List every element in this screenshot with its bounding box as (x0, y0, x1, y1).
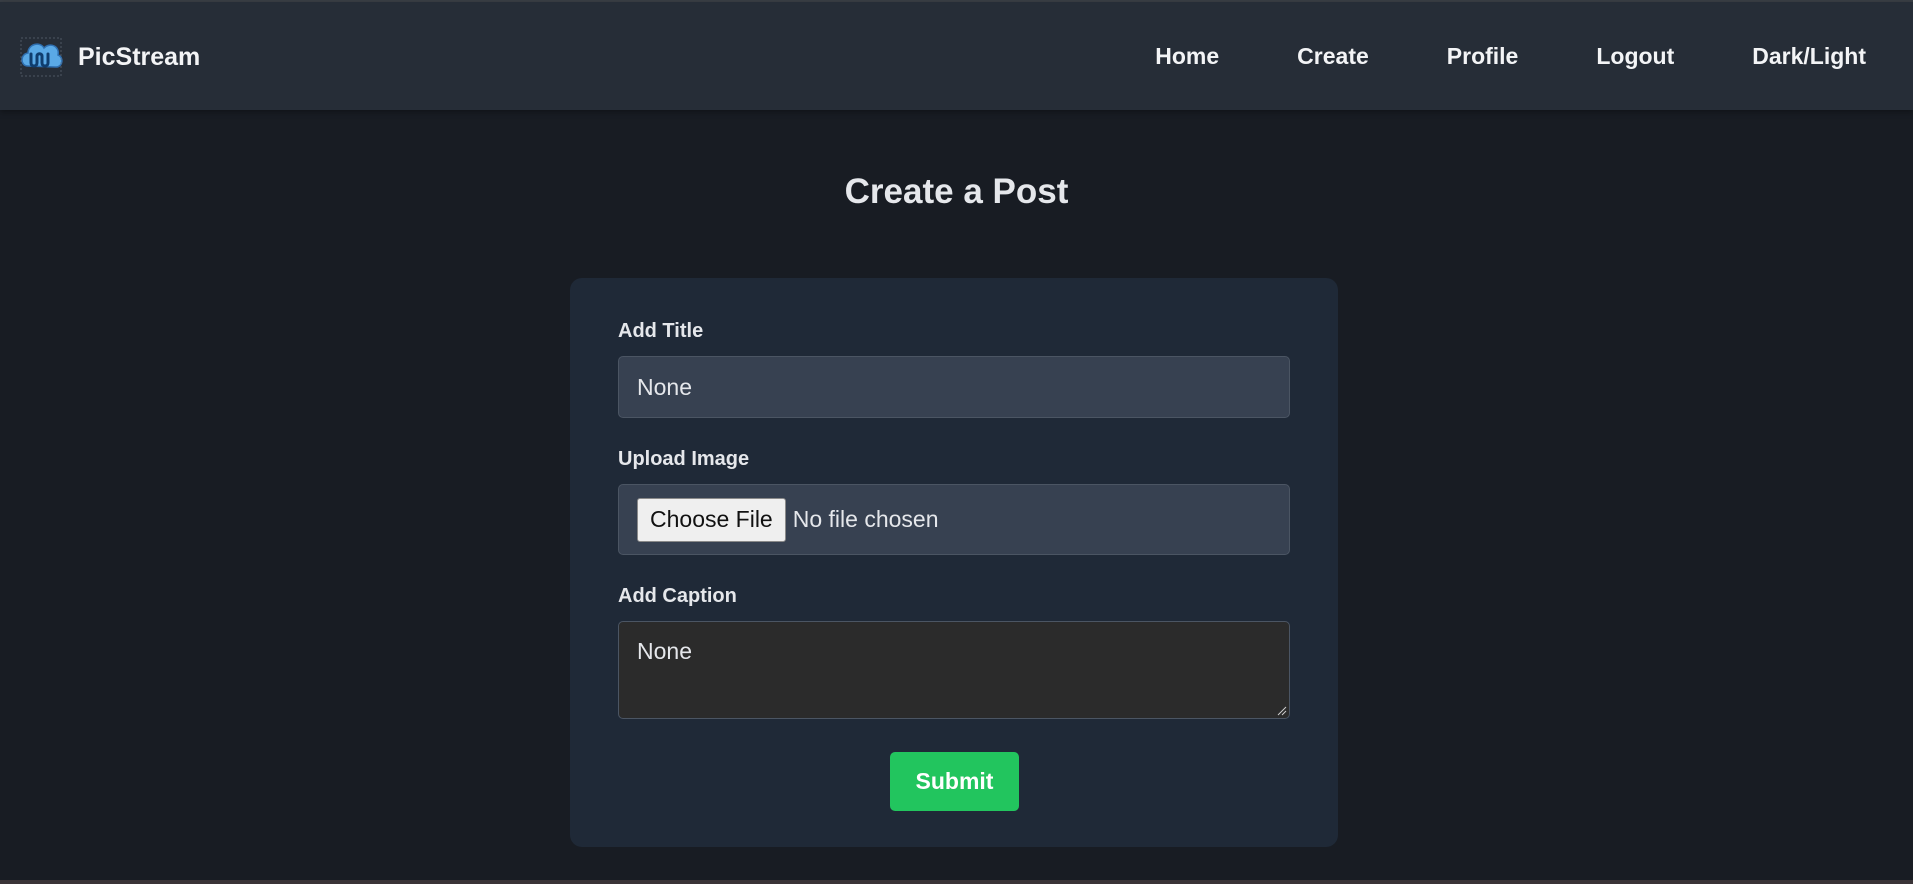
caption-label: Add Caption (618, 585, 737, 607)
choose-file-button[interactable]: Choose File (637, 497, 786, 542)
title-label: Add Title (618, 320, 704, 342)
navbar: PicStream Home Create Profile Logout Dar… (0, 2, 1913, 110)
create-post-form: Add Title None Upload Image Choose File … (570, 278, 1338, 847)
caption-textarea[interactable]: None (618, 621, 1290, 719)
nav-logout[interactable]: Logout (1596, 43, 1674, 70)
nav-theme-toggle[interactable]: Dark/Light (1752, 43, 1866, 70)
brand[interactable]: PicStream (18, 36, 200, 78)
nav-links: Home Create Profile Logout Dark/Light (1077, 2, 1866, 110)
file-status: No file chosen (792, 506, 939, 532)
nav-home[interactable]: Home (1155, 43, 1219, 70)
nav-create[interactable]: Create (1297, 43, 1369, 70)
caption-text: None (637, 638, 692, 664)
image-label: Upload Image (618, 448, 750, 470)
window-bottom-border (0, 880, 1913, 884)
image-file-input[interactable]: Choose File No file chosen (618, 484, 1290, 555)
resize-grip-icon[interactable] (1277, 706, 1287, 716)
brand-name: PicStream (78, 42, 201, 71)
title-input[interactable]: None (618, 356, 1290, 418)
nav-profile[interactable]: Profile (1447, 43, 1519, 70)
picstream-logo-icon (20, 37, 63, 77)
page-title: Create a Post (844, 172, 1069, 211)
submit-button[interactable]: Submit (890, 752, 1019, 811)
